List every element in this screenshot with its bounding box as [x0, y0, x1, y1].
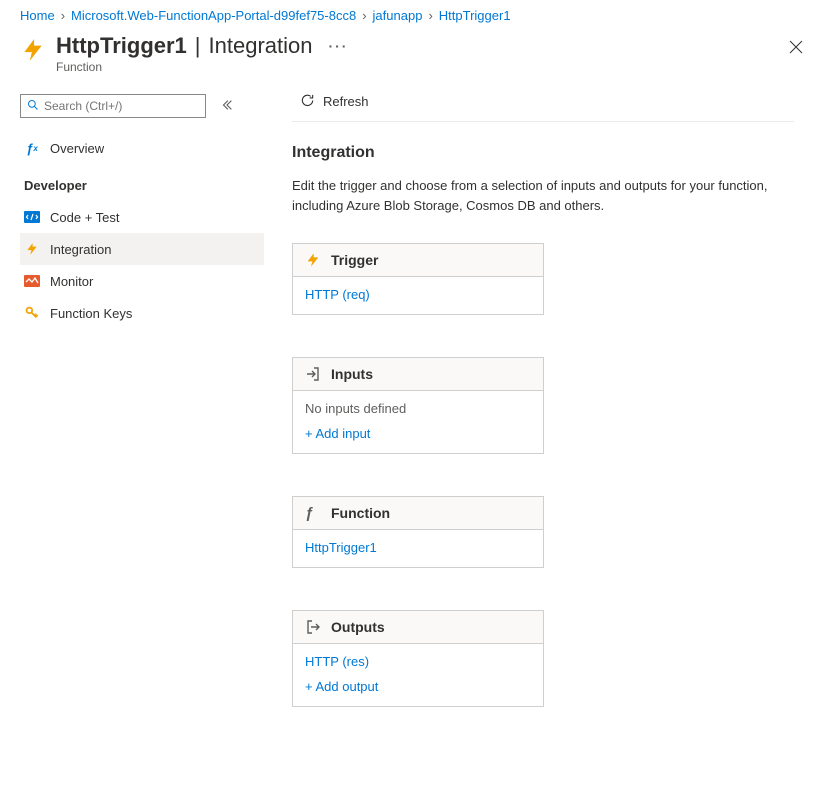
toolbar-button-label: Refresh: [323, 94, 369, 109]
page-title: HttpTrigger1 | Integration ···: [56, 33, 802, 59]
function-card: ƒ Function HttpTrigger1: [292, 496, 544, 568]
code-icon: [24, 209, 40, 225]
output-http-link[interactable]: HTTP (res): [305, 654, 531, 669]
breadcrumb-home[interactable]: Home: [20, 8, 55, 23]
chevron-right-icon: ›: [362, 8, 366, 23]
search-input[interactable]: [44, 99, 199, 113]
sidebar-item-integration[interactable]: Integration: [20, 233, 264, 265]
function-icon: ƒ: [305, 505, 321, 521]
sidebar-item-function-keys[interactable]: Function Keys: [20, 297, 264, 329]
add-output-link[interactable]: + Add output: [305, 679, 531, 694]
lightning-bolt-icon: [305, 252, 321, 268]
close-button[interactable]: [788, 39, 808, 59]
sidebar-item-code-test[interactable]: Code + Test: [20, 201, 264, 233]
toolbar: Refresh: [292, 82, 794, 122]
monitor-icon: [24, 273, 40, 289]
card-title: Function: [331, 505, 390, 521]
function-icon: ƒx: [24, 140, 40, 156]
sidebar-item-label: Monitor: [50, 274, 93, 289]
more-actions-button[interactable]: ···: [324, 36, 352, 56]
breadcrumb-resource-group[interactable]: Microsoft.Web-FunctionApp-Portal-d99fef7…: [71, 8, 356, 23]
page-header: HttpTrigger1 | Integration ··· Function: [0, 33, 822, 82]
content-heading: Integration: [292, 144, 794, 162]
sidebar-item-label: Overview: [50, 141, 104, 156]
sidebar-section-developer: Developer: [20, 164, 264, 201]
breadcrumb-app[interactable]: jafunapp: [373, 8, 423, 23]
input-arrow-icon: [305, 366, 321, 382]
card-header: Inputs: [293, 358, 543, 391]
outputs-card: Outputs HTTP (res) + Add output: [292, 610, 544, 707]
lightning-bolt-icon: [20, 37, 46, 63]
search-box[interactable]: [20, 94, 206, 118]
title-function-name: HttpTrigger1: [56, 33, 187, 59]
sidebar-item-monitor[interactable]: Monitor: [20, 265, 264, 297]
sidebar-item-label: Integration: [50, 242, 111, 257]
search-icon: [27, 99, 39, 114]
card-title: Inputs: [331, 366, 373, 382]
chevron-right-icon: ›: [61, 8, 65, 23]
sidebar: ƒx Overview Developer Code + Test Integr…: [0, 82, 264, 806]
sidebar-item-label: Function Keys: [50, 306, 132, 321]
page-subtitle: Function: [56, 60, 802, 74]
breadcrumb-function[interactable]: HttpTrigger1: [439, 8, 511, 23]
chevron-right-icon: ›: [428, 8, 432, 23]
key-icon: [24, 305, 40, 321]
breadcrumb: Home › Microsoft.Web-FunctionApp-Portal-…: [0, 0, 822, 33]
inputs-card: Inputs No inputs defined + Add input: [292, 357, 544, 454]
refresh-icon: [300, 93, 315, 111]
title-separator: |: [195, 33, 201, 59]
card-header: Outputs: [293, 611, 543, 644]
lightning-bolt-icon: [24, 241, 40, 257]
card-title: Outputs: [331, 619, 385, 635]
card-title: Trigger: [331, 252, 378, 268]
sidebar-item-label: Code + Test: [50, 210, 120, 225]
card-header: ƒ Function: [293, 497, 543, 530]
title-section: Integration: [209, 33, 313, 59]
trigger-card: Trigger HTTP (req): [292, 243, 544, 315]
function-link[interactable]: HttpTrigger1: [305, 540, 531, 555]
card-header: Trigger: [293, 244, 543, 277]
content-description: Edit the trigger and choose from a selec…: [292, 176, 794, 215]
sidebar-item-overview[interactable]: ƒx Overview: [20, 132, 264, 164]
add-input-link[interactable]: + Add input: [305, 426, 531, 441]
output-arrow-icon: [305, 619, 321, 635]
content-area: Refresh Integration Edit the trigger and…: [264, 82, 822, 806]
inputs-empty-text: No inputs defined: [305, 401, 531, 416]
collapse-sidebar-button[interactable]: [220, 98, 234, 115]
refresh-button[interactable]: Refresh: [292, 86, 377, 118]
trigger-http-link[interactable]: HTTP (req): [305, 287, 531, 302]
